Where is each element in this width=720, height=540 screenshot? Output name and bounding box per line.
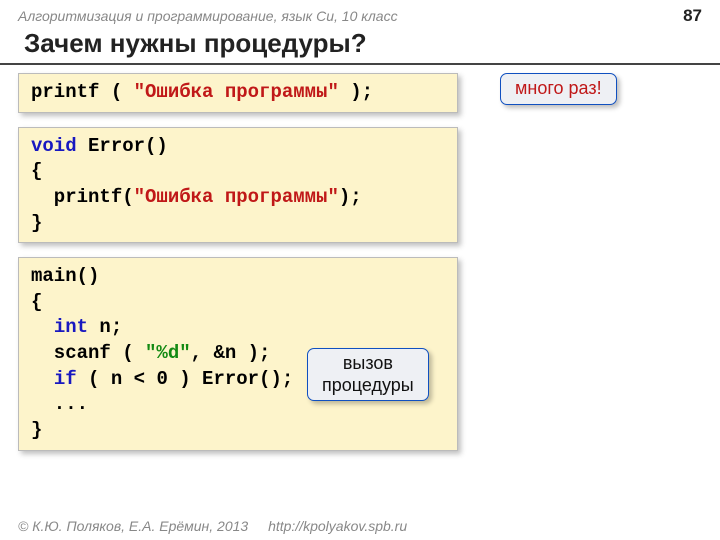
callout-line1: вызов	[343, 353, 393, 373]
slide-content: printf ( "Ошибка программы" ); много раз…	[0, 73, 720, 451]
code-text: scanf (	[31, 342, 145, 364]
callout-procedure-call: вызов процедуры	[307, 348, 429, 401]
code-text: );	[339, 81, 373, 103]
code-text: , &n );	[191, 342, 271, 364]
code-keyword: void	[31, 135, 77, 157]
slide-title: Зачем нужны процедуры?	[0, 28, 720, 65]
course-label: Алгоритмизация и программирование, язык …	[18, 8, 398, 24]
code-keyword: if	[54, 368, 77, 390]
code-line: main()	[31, 264, 445, 290]
code-string: "Ошибка программы"	[134, 186, 339, 208]
code-line: }	[31, 418, 445, 444]
code-line: {	[31, 159, 445, 185]
code-text: ( n < 0 ) Error();	[77, 368, 294, 390]
footer-url: http://kpolyakov.spb.ru	[268, 518, 407, 534]
code-block-procedure: void Error() { printf("Ошибка программы"…	[18, 127, 458, 244]
code-line: {	[31, 290, 445, 316]
code-line: }	[31, 211, 445, 237]
callout-text: много раз!	[515, 78, 602, 98]
code-block-printf: printf ( "Ошибка программы" );	[18, 73, 458, 113]
code-text	[31, 316, 54, 338]
code-text: printf (	[31, 81, 134, 103]
code-text	[31, 368, 54, 390]
code-keyword: int	[54, 316, 88, 338]
callout-line2: процедуры	[322, 375, 414, 395]
code-string: "%d"	[145, 342, 191, 364]
code-line: printf("Ошибка программы");	[31, 185, 445, 211]
code-text: Error()	[77, 135, 168, 157]
code-line: int n;	[31, 315, 445, 341]
callout-many-times: много раз!	[500, 73, 617, 105]
code-text: printf(	[31, 186, 134, 208]
slide-footer: © К.Ю. Поляков, Е.А. Ерёмин, 2013 http:/…	[18, 518, 407, 534]
page-number: 87	[683, 6, 702, 26]
code-text: );	[339, 186, 362, 208]
code-text: n;	[88, 316, 122, 338]
code-string: "Ошибка программы"	[134, 81, 339, 103]
copyright-text: © К.Ю. Поляков, Е.А. Ерёмин, 2013	[18, 518, 248, 534]
code-line: void Error()	[31, 134, 445, 160]
slide-header: Алгоритмизация и программирование, язык …	[0, 0, 720, 28]
